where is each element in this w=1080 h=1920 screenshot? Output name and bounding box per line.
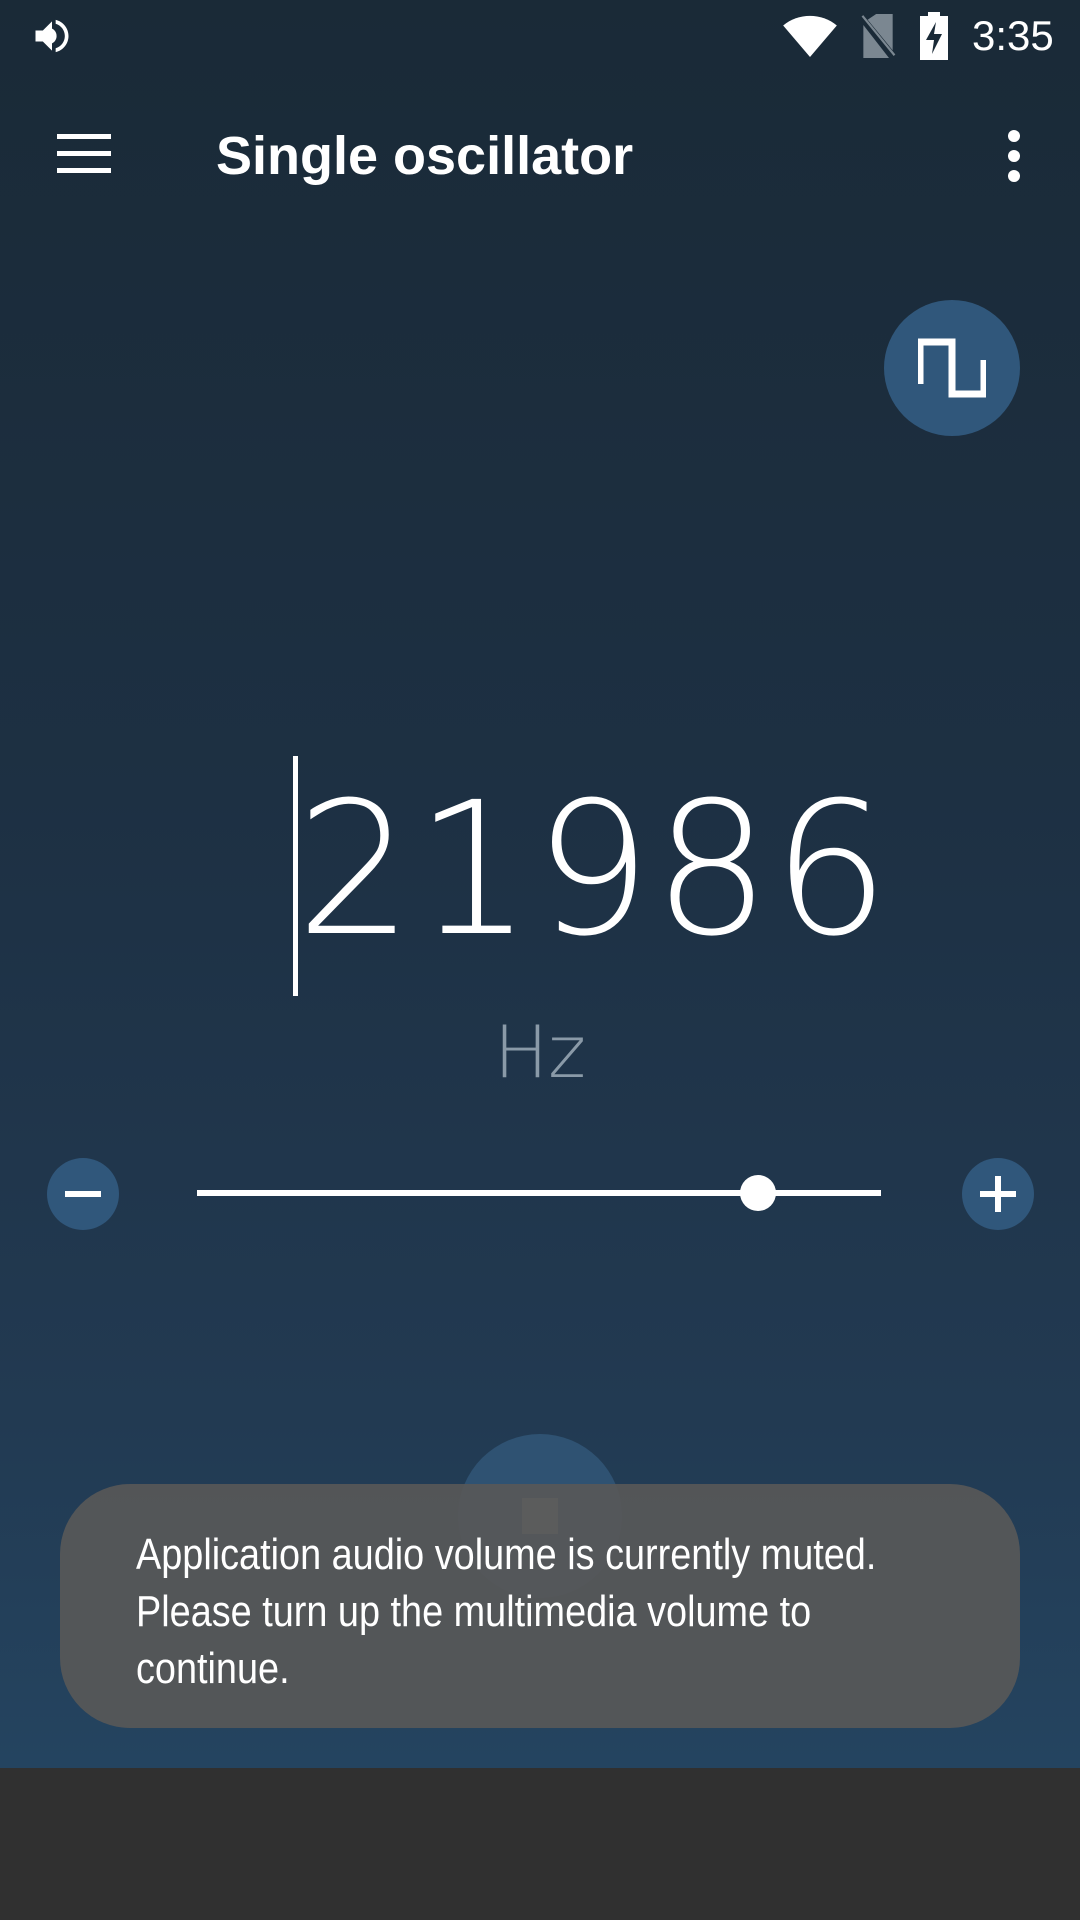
navigation-bar-area (0, 1768, 1080, 1920)
no-sim-icon (859, 14, 897, 58)
frequency-slider[interactable] (197, 1175, 881, 1211)
clock: 3:35 (972, 12, 1054, 59)
increase-frequency-button[interactable] (962, 1158, 1034, 1230)
oscillator-screen: 3:35 Single oscillator 21986 Hz Applicat… (0, 0, 1080, 1768)
waveform-button[interactable] (884, 300, 1020, 436)
more-vert-icon[interactable] (990, 124, 1038, 188)
decrease-frequency-button[interactable] (47, 1158, 119, 1230)
status-bar: 3:35 (0, 0, 1080, 72)
app-bar: Single oscillator (0, 72, 1080, 240)
toast-message: Application audio volume is currently mu… (60, 1484, 1020, 1728)
frequency-display[interactable]: 21986 (0, 740, 1080, 1000)
slider-thumb[interactable] (739, 1175, 776, 1211)
frequency-unit: Hz (494, 1010, 586, 1094)
frequency-value[interactable]: 21986 (296, 740, 891, 1000)
hamburger-menu-icon[interactable] (52, 122, 116, 186)
page-title: Single oscillator (216, 126, 634, 186)
wifi-icon (783, 15, 837, 57)
toast-text: Application audio volume is currently mu… (136, 1530, 877, 1693)
square-wave-icon (918, 338, 986, 398)
battery-charging-icon (920, 12, 948, 60)
volume-icon (35, 19, 69, 53)
